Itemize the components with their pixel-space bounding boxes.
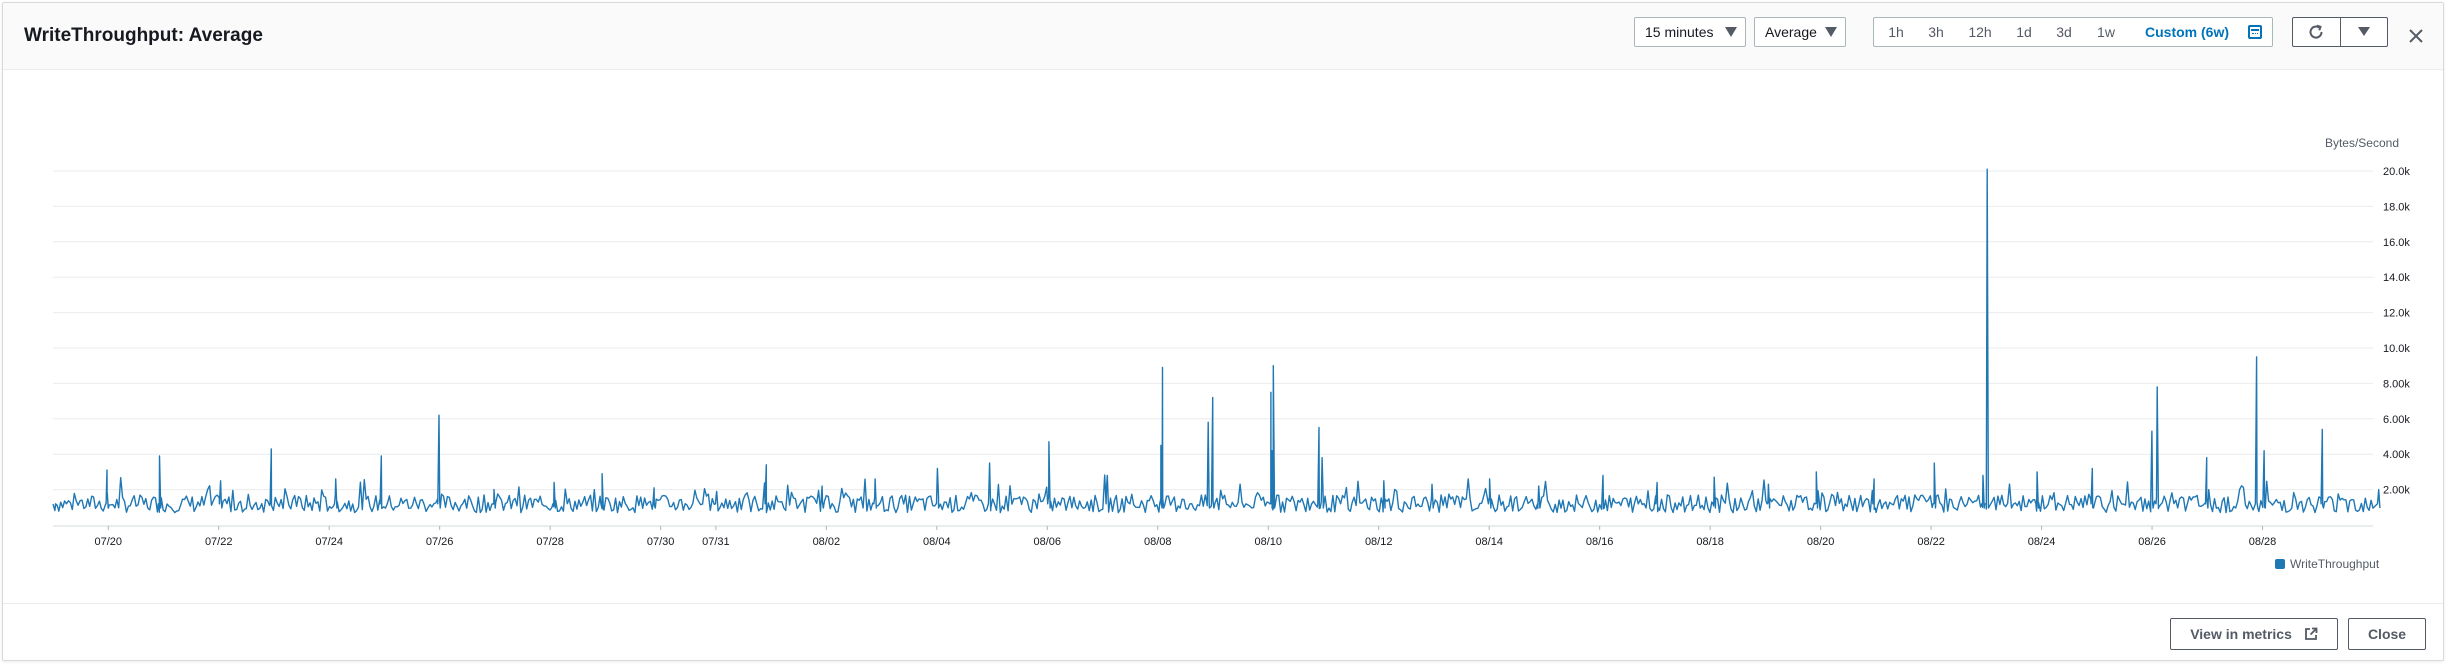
line-chart: Bytes/Second 2.00k 4.00k 6.00k 8.00k 10.0k 12… (52, 136, 2410, 571)
calendar-icon[interactable] (2248, 25, 2262, 39)
x-tick-label: 07/24 (315, 536, 343, 548)
x-tick-label: 08/14 (1475, 536, 1503, 548)
y-axis-label: Bytes/Second (2325, 136, 2399, 150)
close-icon[interactable] (2407, 27, 2425, 45)
range-1d[interactable]: 1d (2012, 18, 2036, 46)
x-tick-label: 08/28 (2249, 536, 2277, 548)
y-tick-label: 20.0k (2383, 166, 2410, 178)
x-tick-label: 07/31 (702, 536, 730, 548)
y-tick-label: 2.00k (2383, 485, 2410, 497)
x-tick-label: 08/04 (923, 536, 951, 548)
y-tick-label: 16.0k (2383, 237, 2410, 249)
statistic-select[interactable]: Average (1754, 17, 1846, 47)
x-tick-label: 08/16 (1586, 536, 1614, 548)
refresh-button-group (2292, 17, 2388, 47)
footer-divider (3, 603, 2443, 604)
x-tick-label: 08/24 (2028, 536, 2056, 548)
range-12h[interactable]: 12h (1964, 18, 1996, 46)
y-tick-label: 8.00k (2383, 378, 2410, 390)
y-tick-label: 14.0k (2383, 272, 2410, 284)
chart-area: Bytes/Second 2.00k 4.00k 6.00k 8.00k 10.0k 12… (3, 81, 2443, 593)
view-in-metrics-button[interactable]: View in metrics (2170, 618, 2338, 650)
legend-swatch (2275, 559, 2285, 569)
x-tick-label: 08/12 (1365, 536, 1393, 548)
x-tick-label: 07/22 (205, 536, 233, 548)
range-3d[interactable]: 3d (2052, 18, 2076, 46)
metric-modal: WriteThroughput: Average 15 minutes Aver… (2, 2, 2444, 661)
range-custom[interactable]: Custom (6w) (2132, 18, 2242, 46)
refresh-button[interactable] (2293, 18, 2341, 46)
period-select[interactable]: 15 minutes (1634, 17, 1746, 47)
modal-title: WriteThroughput: Average (24, 25, 263, 46)
view-in-metrics-label: View in metrics (2190, 626, 2292, 642)
period-value: 15 minutes (1645, 24, 1714, 40)
x-tick-label: 08/08 (1144, 536, 1172, 548)
x-tick-label: 07/26 (426, 536, 454, 548)
series-line-writethroughput (52, 168, 2381, 514)
caret-down-icon (2358, 27, 2370, 36)
range-1w[interactable]: 1w (2092, 18, 2120, 46)
x-tick-label: 08/06 (1034, 536, 1062, 548)
y-tick-label: 10.0k (2383, 343, 2410, 355)
x-tick-label: 07/30 (647, 536, 675, 548)
statistic-value: Average (1765, 24, 1817, 40)
refresh-icon (2309, 24, 2323, 39)
x-tick-label: 07/20 (94, 536, 122, 548)
range-1h[interactable]: 1h (1884, 18, 1908, 46)
x-tick-label: 08/20 (1807, 536, 1835, 548)
y-tick-label: 12.0k (2383, 308, 2410, 320)
external-link-icon (2304, 627, 2318, 640)
y-tick-label: 6.00k (2383, 414, 2410, 426)
x-tick-label: 07/28 (536, 536, 564, 548)
time-range-selector: 1h 3h 12h 1d 3d 1w Custom (6w) (1873, 17, 2273, 47)
x-tick-label: 08/26 (2138, 536, 2166, 548)
y-tick-label: 4.00k (2383, 449, 2410, 461)
y-tick-label: 18.0k (2383, 201, 2410, 213)
caret-down-icon (1725, 27, 1737, 37)
x-tick-label: 08/10 (1254, 536, 1282, 548)
caret-down-icon (1825, 27, 1837, 37)
legend-label[interactable]: WriteThroughput (2290, 557, 2380, 571)
range-3h[interactable]: 3h (1924, 18, 1948, 46)
modal-header: WriteThroughput: Average 15 minutes Aver… (3, 3, 2443, 70)
x-tick-label: 08/02 (813, 536, 841, 548)
x-tick-label: 08/18 (1696, 536, 1724, 548)
close-button[interactable]: Close (2348, 618, 2426, 650)
refresh-options-button[interactable] (2341, 18, 2387, 46)
x-tick-label: 08/22 (1917, 536, 1945, 548)
